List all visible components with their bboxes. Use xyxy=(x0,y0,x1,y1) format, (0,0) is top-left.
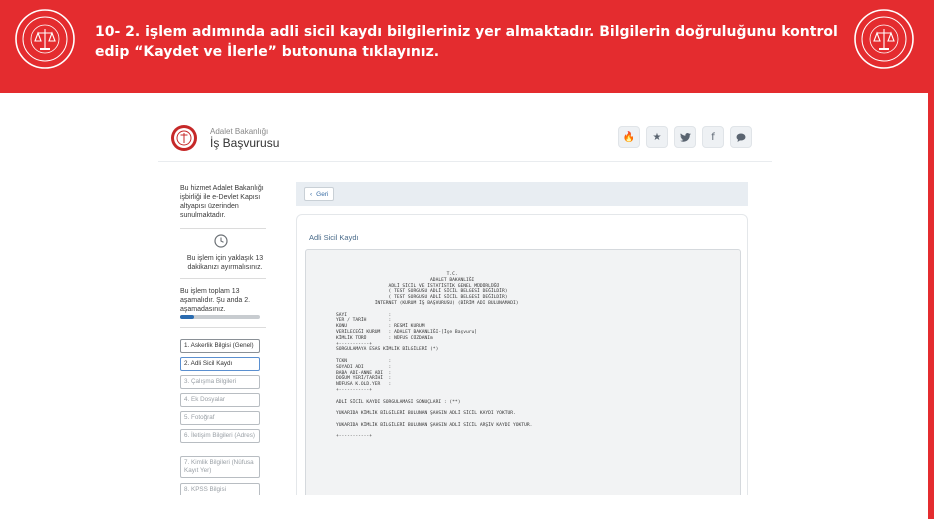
divider xyxy=(180,228,266,229)
step-label: 8. KPSS Bilgisi xyxy=(184,486,226,493)
ministry-logo-icon xyxy=(171,125,197,151)
progress-sidebar: Bu hizmet Adalet Bakanlığı işbirliği ile… xyxy=(174,174,274,495)
ministry-seal-icon xyxy=(854,9,914,69)
progress-bar xyxy=(180,315,260,319)
comment-icon xyxy=(736,133,746,142)
criminal-record-document: T.C. ADALET BAKANLIĞI ADLİ SİCİL VE İSTA… xyxy=(305,249,741,495)
step-label: 4. Ek Dosyalar xyxy=(184,396,225,403)
action-bar: ‹ Geri xyxy=(296,182,748,206)
estimated-time-text: Bu işlem için yaklaşık 13 dakikanızı ayı… xyxy=(186,255,264,271)
service-info-text: Bu hizmet Adalet Bakanlığı işbirliği ile… xyxy=(180,185,264,219)
step-label: 5. Fotoğraf xyxy=(184,414,215,421)
clock-icon xyxy=(214,234,228,248)
facebook-icon: f xyxy=(711,131,715,143)
step-label: 6. İletişim Bilgileri (Adres) xyxy=(184,432,256,439)
ministry-seal-icon xyxy=(15,9,75,69)
step-item-fotograf[interactable]: 5. Fotoğraf xyxy=(180,411,260,425)
back-button[interactable]: ‹ Geri xyxy=(304,187,335,201)
step-item-adli-sicil[interactable]: 2. Adli Sicil Kaydı xyxy=(180,357,260,371)
instruction-banner: 10- 2. işlem adımında adli sicil kaydı b… xyxy=(0,0,934,93)
step-item-kpss[interactable]: 8. KPSS Bilgisi xyxy=(180,483,260,495)
step-item-iletisim[interactable]: 6. İletişim Bilgileri (Adres) xyxy=(180,429,260,443)
criminal-record-card: Adli Sicil Kaydı T.C. ADALET BAKANLIĞI A… xyxy=(296,214,748,495)
step-item-ek-dosyalar[interactable]: 4. Ek Dosyalar xyxy=(180,393,260,407)
feedback-button[interactable] xyxy=(730,126,752,148)
instruction-text: 10- 2. işlem adımında adli sicil kaydı b… xyxy=(95,24,838,60)
step-label: 2. Adli Sicil Kaydı xyxy=(184,360,233,367)
app-header: Adalet Bakanlığı İş Başvurusu 🔥 ★ f xyxy=(158,114,772,162)
divider xyxy=(180,327,266,328)
step-label: 7. Kimlik Bilgileri (Nüfusa Kayıt Yer) xyxy=(184,459,254,474)
progress-bar-fill xyxy=(180,315,195,319)
divider xyxy=(180,278,266,279)
step-item-askerlik[interactable]: 1. Askerlik Bilgisi (Genel) xyxy=(180,339,260,353)
favorite-button[interactable]: ★ xyxy=(646,126,668,148)
right-accent-stripe xyxy=(928,93,934,519)
twitter-icon xyxy=(679,132,691,142)
step-item-kimlik[interactable]: 7. Kimlik Bilgileri (Nüfusa Kayıt Yer) xyxy=(180,456,260,478)
chevron-left-icon: ‹ xyxy=(310,190,313,198)
flame-icon: 🔥 xyxy=(622,131,636,143)
facebook-share-button[interactable]: f xyxy=(702,126,724,148)
twitter-share-button[interactable] xyxy=(674,126,696,148)
step-label: 1. Askerlik Bilgisi (Genel) xyxy=(184,342,254,349)
back-label: Geri xyxy=(316,190,329,198)
step-count-text: Bu işlem toplam 13 aşamalıdır. Şu anda 2… xyxy=(180,288,251,313)
step-item-calisma[interactable]: 3. Çalışma Bilgileri xyxy=(180,375,260,389)
brand-service-title: İş Başvurusu xyxy=(210,136,280,150)
brand-ministry: Adalet Bakanlığı xyxy=(210,127,269,136)
application-window: Adalet Bakanlığı İş Başvurusu 🔥 ★ f Bu h… xyxy=(158,114,772,495)
card-title: Adli Sicil Kaydı xyxy=(309,233,359,242)
step-label: 3. Çalışma Bilgileri xyxy=(184,378,237,385)
document-text: T.C. ADALET BAKANLIĞI ADLİ SİCİL VE İSTA… xyxy=(336,272,533,440)
star-icon: ★ xyxy=(652,131,662,143)
popular-button[interactable]: 🔥 xyxy=(618,126,640,148)
